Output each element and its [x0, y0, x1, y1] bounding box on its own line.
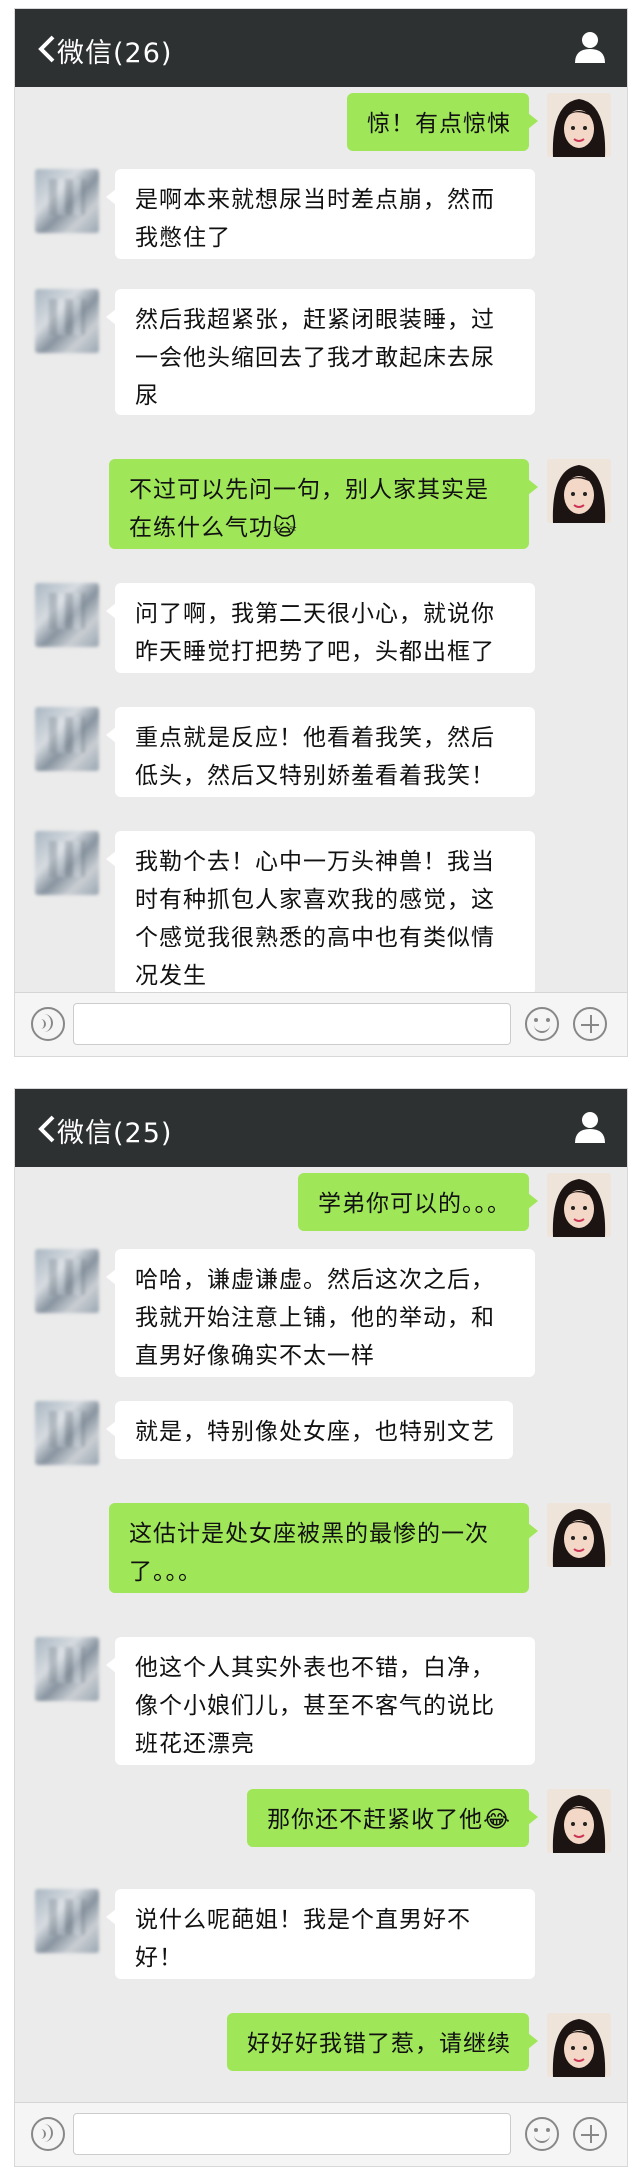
avatar-self[interactable] — [547, 1503, 611, 1567]
message-bubble-received: 然后我超紧张，赶紧闭眼装睡，过一会他头缩回去了我才敢起床去尿尿 — [106, 289, 535, 415]
user-icon[interactable] — [575, 31, 605, 63]
chat-screen-2: 微信(25) 学弟你可以的。。。 哈哈，谦虚谦虚。然后这次之后，我就开始注意上铺… — [14, 1088, 628, 2167]
avatar-contact[interactable] — [35, 1401, 99, 1465]
chat-title: 微信(26) — [57, 38, 173, 69]
user-icon[interactable] — [575, 1111, 605, 1143]
message-input[interactable] — [73, 2113, 511, 2155]
message-bubble-received: 他这个人其实外表也不错，白净，像个小娘们儿，甚至不客气的说比班花还漂亮 — [106, 1637, 535, 1765]
avatar-self[interactable] — [547, 93, 611, 157]
emoji-icon[interactable] — [525, 2117, 559, 2151]
chat-title: 微信(25) — [57, 1118, 173, 1149]
avatar-contact[interactable] — [35, 583, 99, 647]
message-input[interactable] — [73, 1003, 511, 1045]
message-bubble-received: 哈哈，谦虚谦虚。然后这次之后，我就开始注意上铺，他的举动，和直男好像确实不太一样 — [106, 1249, 535, 1377]
message-bubble-sent: 这估计是处女座被黑的最惨的一次了。。。 — [109, 1503, 538, 1593]
avatar-self[interactable] — [547, 2013, 611, 2077]
message-bubble-sent: 那你还不赶紧收了他😂 — [247, 1789, 538, 1847]
emoji-icon[interactable] — [525, 1007, 559, 1041]
plus-icon[interactable] — [573, 1007, 607, 1041]
message-bubble-sent: 不过可以先问一句，别人家其实是在练什么气功🙀 — [109, 459, 538, 549]
message-bubble-received: 重点就是反应！他看着我笑，然后低头，然后又特别娇羞看着我笑！ — [106, 707, 535, 797]
voice-icon[interactable] — [31, 2117, 65, 2151]
message-bubble-received: 我勒个去！心中一万头神兽！我当时有种抓包人家喜欢我的感觉，这个感觉我很熟悉的高中… — [106, 831, 535, 995]
avatar-self[interactable] — [547, 1173, 611, 1237]
title-bar: 微信(26) — [15, 9, 627, 87]
message-bubble-received: 说什么呢葩姐！我是个直男好不好！ — [106, 1889, 535, 1979]
avatar-contact[interactable] — [35, 169, 99, 233]
message-bubble-sent: 惊！有点惊悚 — [347, 93, 538, 151]
input-bar — [15, 992, 627, 1056]
message-bubble-received: 就是，特别像处女座，也特别文艺 — [106, 1401, 513, 1459]
plus-icon[interactable] — [573, 2117, 607, 2151]
avatar-contact[interactable] — [35, 289, 99, 353]
message-bubble-sent: 学弟你可以的。。。 — [298, 1173, 538, 1231]
message-bubble-received: 问了啊，我第二天很小心，就说你昨天睡觉打把势了吧，头都出框了 — [106, 583, 535, 673]
avatar-self[interactable] — [547, 1789, 611, 1853]
voice-icon[interactable] — [31, 1007, 65, 1041]
avatar-contact[interactable] — [35, 1637, 99, 1701]
avatar-contact[interactable] — [35, 707, 99, 771]
input-bar — [15, 2102, 627, 2166]
avatar-contact[interactable] — [35, 1249, 99, 1313]
avatar-self[interactable] — [547, 459, 611, 523]
title-bar: 微信(25) — [15, 1089, 627, 1167]
avatar-contact[interactable] — [35, 831, 99, 895]
message-bubble-received: 是啊本来就想尿当时差点崩，然而我憋住了 — [106, 169, 535, 259]
message-bubble-sent: 好好好我错了惹，请继续 — [227, 2013, 538, 2071]
chat-screen-1: 微信(26) 惊！有点惊悚 是啊本来就想尿当时差点崩，然而我憋住了 然后我超紧张… — [14, 8, 628, 1057]
avatar-contact[interactable] — [35, 1889, 99, 1953]
